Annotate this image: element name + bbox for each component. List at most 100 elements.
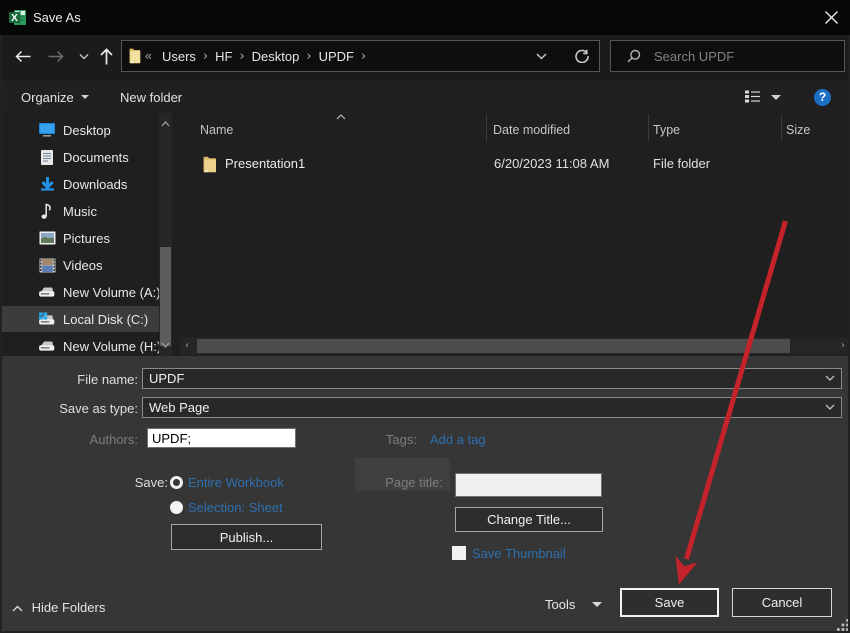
downloads-icon	[38, 175, 56, 193]
sidebar-item-label: New Volume (A:)	[63, 285, 161, 300]
add-a-tag-link[interactable]: Add a tag	[430, 432, 486, 447]
tools-label: Tools	[545, 597, 575, 612]
view-mode-icon[interactable]	[744, 90, 761, 103]
caret-down-icon	[81, 95, 89, 99]
hide-folders-label: Hide Folders	[32, 600, 106, 615]
sidebar-item-documents[interactable]: Documents	[0, 144, 159, 170]
save-button[interactable]: Save	[620, 588, 719, 617]
organize-menu[interactable]: Organize	[21, 81, 89, 113]
authors-input[interactable]	[147, 428, 296, 448]
address-bar[interactable]: « Users › HF › Desktop › UPDF ›	[121, 40, 600, 72]
help-button[interactable]: ?	[814, 89, 831, 106]
address-dropdown-icon[interactable]	[536, 53, 547, 60]
resize-grip[interactable]	[836, 618, 850, 632]
music-icon-svg	[40, 203, 55, 220]
hide-folders-button[interactable]: Hide Folders	[12, 600, 105, 615]
folder-icon	[129, 48, 141, 64]
music-icon	[38, 202, 56, 220]
tools-dropdown-icon[interactable]	[592, 602, 602, 607]
organize-label: Organize	[21, 90, 74, 105]
sidebar-item-music[interactable]: Music	[0, 198, 159, 224]
column-separator	[781, 114, 782, 141]
local-disk-icon-svg	[38, 312, 56, 327]
file-name-label: File name:	[0, 372, 138, 387]
entire-workbook-label[interactable]: Entire Workbook	[188, 475, 284, 490]
sidebar-item-downloads[interactable]: Downloads	[0, 171, 159, 197]
file-list: Name Date modified Type Size Presentatio…	[180, 113, 850, 356]
scroll-down-icon[interactable]	[161, 342, 170, 348]
search-icon	[627, 49, 641, 63]
column-header-size[interactable]: Size	[786, 116, 810, 145]
documents-icon	[38, 148, 56, 166]
recent-locations-button[interactable]	[79, 53, 89, 60]
forward-button[interactable]	[48, 50, 64, 63]
new-folder-button[interactable]: New folder	[120, 81, 182, 113]
save-label: Save	[655, 595, 685, 610]
up-button[interactable]	[100, 48, 113, 65]
publish-button[interactable]: Publish...	[171, 524, 322, 550]
forward-arrow-icon	[48, 50, 64, 63]
breadcrumb-item-users[interactable]: Users	[162, 49, 196, 64]
save-thumbnail-label[interactable]: Save Thumbnail	[472, 546, 566, 561]
column-header-name[interactable]: Name	[200, 116, 233, 145]
scroll-up-icon[interactable]	[161, 121, 170, 127]
excel-icon: X	[9, 9, 27, 26]
sidebar-item-label: Music	[63, 204, 97, 219]
sidebar-item-desktop[interactable]: Desktop	[0, 117, 159, 143]
save-thumbnail-checkbox[interactable]	[452, 546, 466, 560]
command-bar: Organize New folder ?	[0, 81, 850, 113]
sidebar-scrollbar[interactable]	[159, 113, 172, 356]
tools-menu[interactable]: Tools	[545, 597, 575, 612]
cancel-button[interactable]: Cancel	[732, 588, 832, 617]
back-button[interactable]	[15, 50, 31, 63]
horizontal-scrollbar-thumb[interactable]	[197, 339, 790, 353]
scroll-left-icon[interactable]: ‹	[185, 337, 189, 355]
sidebar-item-videos[interactable]: Videos	[0, 252, 159, 278]
close-button[interactable]	[818, 5, 844, 29]
drive-icon-svg	[38, 340, 56, 353]
chevron-down-icon	[79, 53, 89, 60]
sidebar-item-label: Videos	[63, 258, 103, 273]
file-name-combo[interactable]: UPDF	[142, 368, 842, 389]
authors-label: Authors:	[0, 432, 138, 447]
sidebar-scrollbar-thumb[interactable]	[160, 247, 171, 346]
column-header-date[interactable]: Date modified	[493, 116, 570, 145]
sidebar-item-label: Pictures	[63, 231, 110, 246]
page-title-input[interactable]	[455, 473, 602, 497]
selection-sheet-radio[interactable]	[170, 501, 183, 514]
selection-sheet-label[interactable]: Selection: Sheet	[188, 500, 283, 515]
sidebar-item-local-disk-c[interactable]: Local Disk (C:)	[0, 306, 159, 332]
sidebar-item-label: Documents	[63, 150, 129, 165]
sidebar-item-new-volume-a[interactable]: New Volume (A:)	[0, 279, 159, 305]
column-separator	[648, 114, 649, 141]
breadcrumb-item-updf[interactable]: UPDF	[319, 49, 354, 64]
breadcrumb-item-desktop[interactable]: Desktop	[252, 49, 300, 64]
scroll-right-icon[interactable]: ›	[841, 337, 845, 355]
documents-icon-svg	[39, 149, 55, 166]
horizontal-scrollbar[interactable]: ‹ ›	[180, 337, 850, 355]
breadcrumb-separator: ›	[232, 49, 251, 64]
svg-text:X: X	[11, 13, 18, 24]
sidebar-item-pictures[interactable]: Pictures	[0, 225, 159, 251]
save-as-type-combo[interactable]: Web Page	[142, 397, 842, 418]
column-header-type[interactable]: Type	[653, 116, 680, 145]
entire-workbook-radio[interactable]	[170, 476, 183, 489]
save-as-type-value: Web Page	[149, 400, 209, 415]
search-input[interactable]: Search UPDF	[654, 49, 734, 64]
file-date-modified: 6/20/2023 11:08 AM	[494, 156, 609, 171]
view-mode-dropdown-icon[interactable]	[771, 95, 781, 100]
breadcrumb-item-hf[interactable]: HF	[215, 49, 232, 64]
breadcrumb-separator: ›	[196, 49, 215, 64]
downloads-icon-svg	[39, 176, 56, 193]
sidebar-item-label: Downloads	[63, 177, 127, 192]
drive-icon	[38, 337, 56, 355]
search-box[interactable]: Search UPDF	[610, 40, 845, 72]
close-icon	[825, 11, 838, 24]
pictures-icon	[38, 229, 56, 247]
refresh-icon[interactable]	[575, 49, 589, 63]
sidebar-item-label: New Volume (H:)	[63, 339, 161, 354]
file-row[interactable]: Presentation1 6/20/2023 11:08 AM File fo…	[180, 150, 850, 178]
form-area: File name: UPDF Save as type: Web Page A…	[0, 356, 850, 633]
change-title-button[interactable]: Change Title...	[455, 507, 603, 532]
breadcrumb-overflow[interactable]: «	[145, 49, 152, 63]
